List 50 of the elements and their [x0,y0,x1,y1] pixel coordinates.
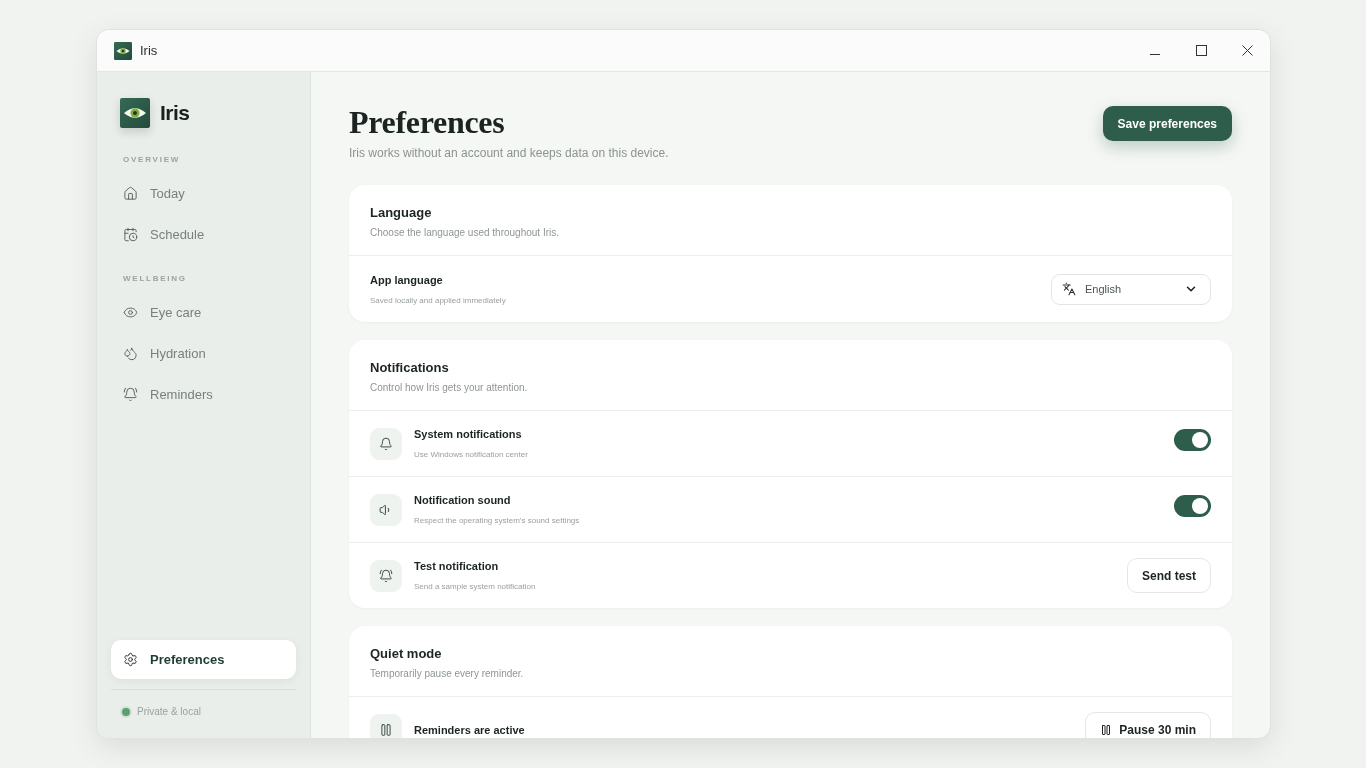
action-button[interactable]: Send test [1127,558,1211,593]
nav-item[interactable]: Preferences [111,640,296,679]
ringing-bell-icon [370,559,402,592]
setting-title: Notification sound [414,493,511,507]
nav-item[interactable]: Eye care [111,292,296,333]
card-title: Notifications [370,360,449,376]
setting-title: App language [370,272,443,287]
brand-name: Iris [160,100,190,127]
card-subtitle: Choose the language used throughout Iris. [370,226,560,240]
setting-title: Test notification [414,559,499,573]
card-subtitle: Temporarily pause every reminder. [370,667,524,681]
card-title: Quiet mode [370,646,442,662]
setting-description: Respect the operating system’s sound settings [414,515,580,526]
page-subtitle: Iris works without an account and keeps data on this device. [349,145,669,161]
droplets-icon [123,346,138,361]
minimize-icon [1150,54,1160,55]
status-text: Private & local [137,705,201,719]
setting-title: System notifications [414,427,522,441]
setting-title: Reminders are active [414,722,525,737]
action-button[interactable]: Pause 30 min [1085,712,1211,738]
toggle-switch[interactable] [1174,495,1211,517]
maximize-icon [1195,45,1207,56]
eye-logo [120,98,150,128]
ringing-bell-icon [123,387,138,402]
toggle-switch[interactable] [1174,429,1211,451]
window-title: Iris [140,41,158,60]
calendar-clock-icon [123,227,138,242]
translate-icon [1062,282,1076,296]
setting-description: Use Windows notification center [414,449,528,460]
page-title: Preferences [349,103,505,142]
section-label: WELLBEING [123,274,187,284]
close-icon [1241,45,1253,56]
setting-description: Saved locally and applied immediately [370,294,506,306]
card-title: Language [370,205,432,221]
settings-icon [123,652,138,667]
section-label: OVERVIEW [123,155,181,165]
bell-icon [370,427,402,460]
language-select[interactable]: English [1051,273,1211,305]
save-button[interactable]: Save preferences [1102,106,1232,141]
setting-description: Send a sample system notification [414,581,536,592]
eye-logo [114,41,132,60]
select-value: English [1085,281,1122,297]
pause-icon [1100,723,1113,736]
speaker-icon [370,493,402,526]
nav-item[interactable]: Schedule [111,214,296,255]
eye-icon [123,305,138,320]
nav-item[interactable]: Hydration [111,333,296,374]
nav-item[interactable]: Reminders [111,374,296,415]
card-subtitle: Control how Iris gets your attention. [370,381,528,395]
house-icon [123,186,138,201]
